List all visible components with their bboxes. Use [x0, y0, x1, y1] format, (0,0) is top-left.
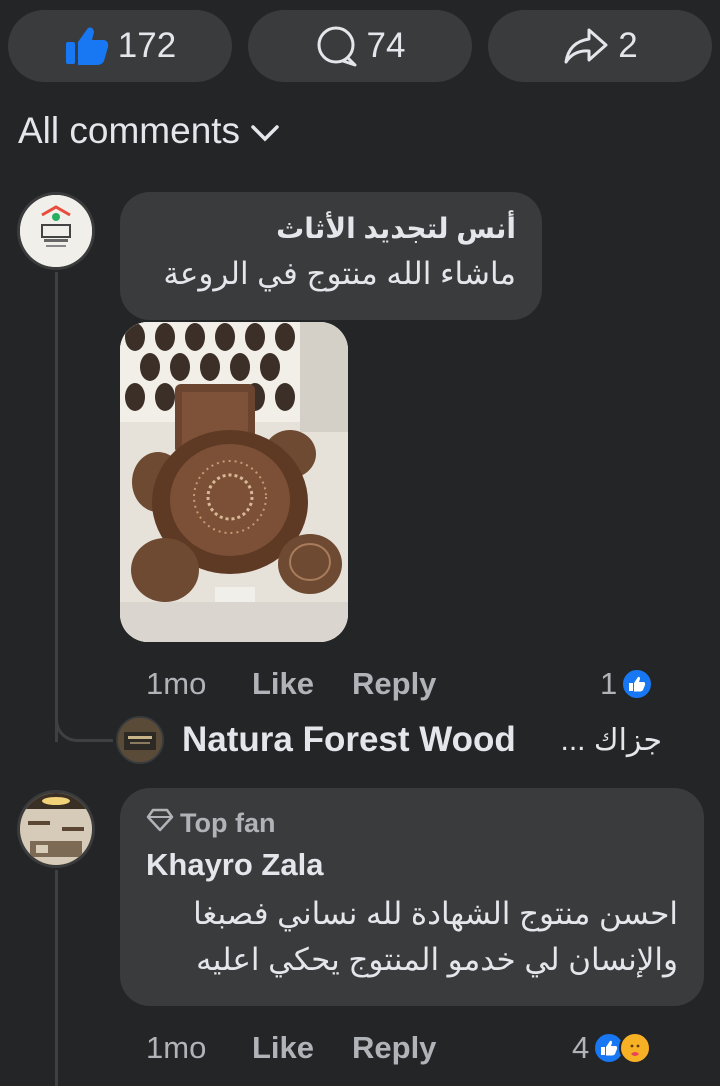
- like-button[interactable]: 172: [8, 10, 232, 82]
- comment-author[interactable]: Khayro Zala: [146, 847, 678, 883]
- comment-meta: 1mo Like Reply: [146, 1030, 436, 1066]
- chevron-down-icon: [250, 110, 280, 152]
- comment-text: ماشاء الله منتوج في الروعة: [163, 256, 516, 291]
- share-arrow-icon: [562, 26, 610, 66]
- post-actions: 172 74 2: [8, 10, 712, 82]
- comment-count: 74: [366, 26, 406, 65]
- like-reaction-icon: [621, 668, 654, 700]
- comment-like-button[interactable]: Like: [252, 666, 352, 702]
- avatar[interactable]: [116, 716, 164, 764]
- reaction-summary[interactable]: 4: [572, 1030, 652, 1066]
- reply-preview[interactable]: Natura Forest Wood جزاك ...: [182, 716, 662, 764]
- comment-button[interactable]: 74: [248, 10, 472, 82]
- thumbs-up-icon: [64, 26, 110, 66]
- avatar[interactable]: [17, 192, 95, 270]
- thread-line: [55, 870, 58, 1086]
- comment-photo[interactable]: [120, 322, 348, 642]
- comment-text-line: احسن منتوج الشهادة لله نساني فصبغا: [193, 896, 678, 931]
- reaction-summary[interactable]: 1: [600, 666, 654, 702]
- comment-like-button[interactable]: Like: [252, 1030, 352, 1066]
- comment-bubble: أنس لتجديد الأثاث ماشاء الله منتوج في ال…: [120, 192, 542, 320]
- avatar[interactable]: [17, 790, 95, 868]
- reply-snippet: جزاك ...: [560, 723, 663, 757]
- share-count: 2: [618, 26, 638, 65]
- diamond-icon: [146, 808, 174, 839]
- comment-text: احسن منتوج الشهادة لله نساني فصبغا والإن…: [146, 891, 678, 983]
- thread-line: [55, 272, 58, 742]
- comment-bubble-icon: [315, 25, 359, 67]
- comment-time[interactable]: 1mo: [146, 666, 252, 702]
- thread-connector: [55, 700, 113, 742]
- comment-time[interactable]: 1mo: [146, 1030, 252, 1066]
- comment-bubble: Top fan Khayro Zala احسن منتوج الشهادة ل…: [120, 788, 704, 1006]
- comment-author[interactable]: أنس لتجديد الأثاث: [146, 212, 516, 246]
- like-count: 172: [117, 26, 177, 65]
- care-reaction-icon: [619, 1032, 652, 1064]
- comments-filter-dropdown[interactable]: All comments: [18, 110, 280, 152]
- badge-label: Top fan: [180, 808, 276, 838]
- top-fan-badge: Top fan: [146, 808, 678, 839]
- comment-reply-button[interactable]: Reply: [352, 1030, 436, 1066]
- reaction-count: 4: [572, 1030, 590, 1065]
- comment-reply-button[interactable]: Reply: [352, 666, 436, 702]
- reaction-count: 1: [600, 666, 618, 701]
- comment-text-line: والإنسان لي خدمو المنتوج يحكي اعليه: [196, 942, 678, 977]
- comments-filter-label: All comments: [18, 110, 241, 151]
- comment-meta: 1mo Like Reply: [146, 666, 436, 702]
- reply-author[interactable]: Natura Forest Wood: [182, 720, 516, 760]
- share-button[interactable]: 2: [488, 10, 712, 82]
